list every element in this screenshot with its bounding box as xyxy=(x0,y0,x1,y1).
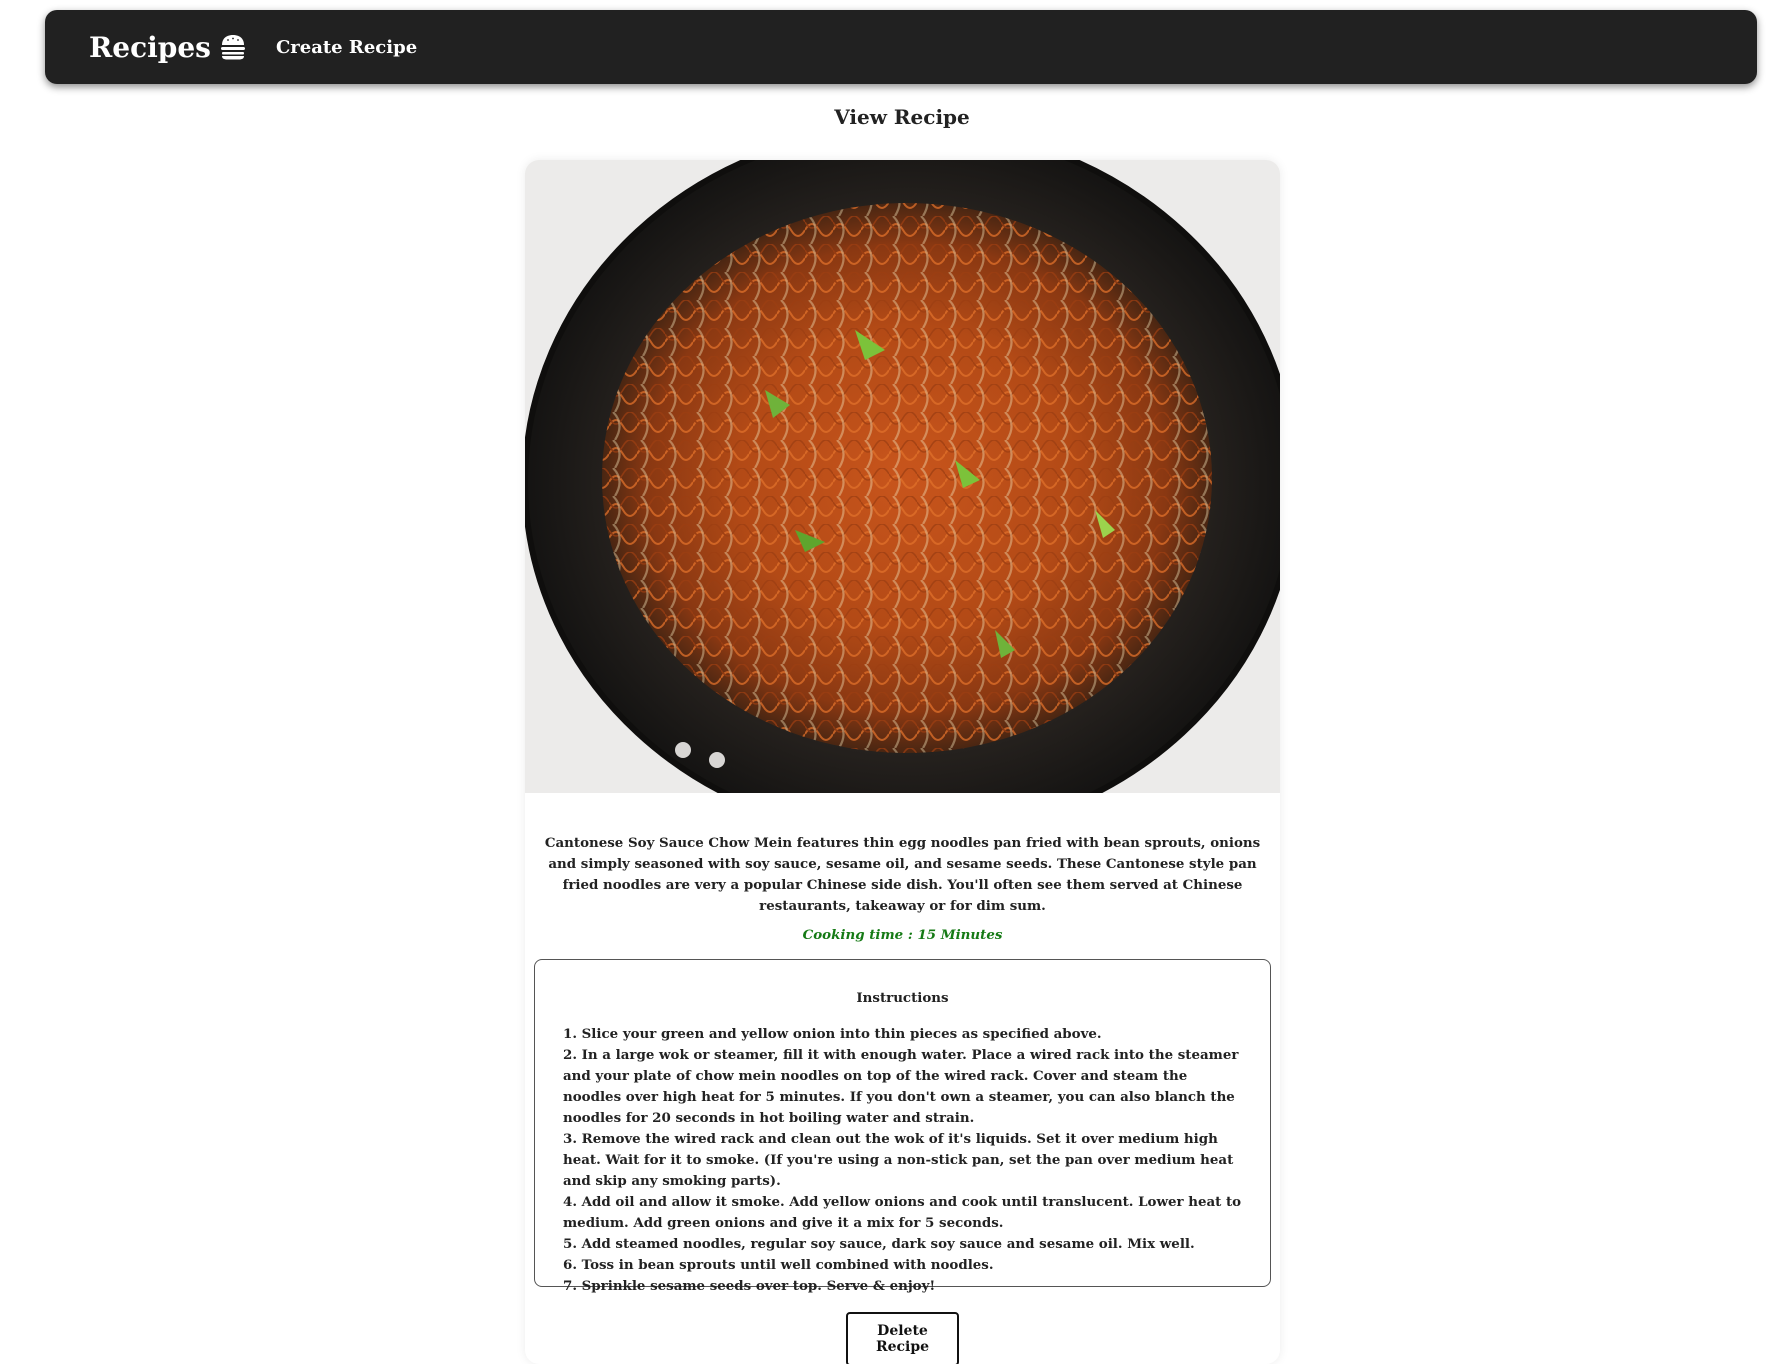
brand-link[interactable]: Recipes xyxy=(89,31,246,64)
instruction-step: 5. Add steamed noodles, regular soy sauc… xyxy=(563,1236,1195,1252)
navbar: Recipes Create Recipe xyxy=(45,10,1757,84)
burger-icon xyxy=(220,34,246,60)
cooking-time: Cooking time : 15 Minutes xyxy=(802,927,1003,943)
instruction-step: 7. Sprinkle sesame seeds over top. Serve… xyxy=(563,1278,936,1294)
instruction-step: 4. Add oil and allow it smoke. Add yello… xyxy=(563,1194,1242,1231)
instruction-step: 2. In a large wok or steamer, fill it wi… xyxy=(563,1047,1239,1126)
instruction-step: 1. Slice your green and yellow onion int… xyxy=(563,1026,1102,1042)
create-recipe-link[interactable]: Create Recipe xyxy=(276,37,417,58)
instructions-box: Instructions 1. Slice your green and yel… xyxy=(534,959,1271,1294)
recipe-photo xyxy=(525,160,1280,793)
recipe-description: Cantonese Soy Sauce Chow Mein features t… xyxy=(544,835,1261,914)
instruction-step: 3. Remove the wired rack and clean out t… xyxy=(563,1131,1234,1189)
brand-title: Recipes xyxy=(89,30,211,64)
page-title: View Recipe xyxy=(834,105,970,129)
delete-recipe-button[interactable]: Delete Recipe xyxy=(846,1312,959,1364)
recipe-card: Cantonese Soy Sauce Chow Mein features t… xyxy=(525,160,1280,1364)
instruction-step: 6. Toss in bean sprouts until well combi… xyxy=(563,1257,994,1273)
instructions-title: Instructions xyxy=(856,990,949,1006)
